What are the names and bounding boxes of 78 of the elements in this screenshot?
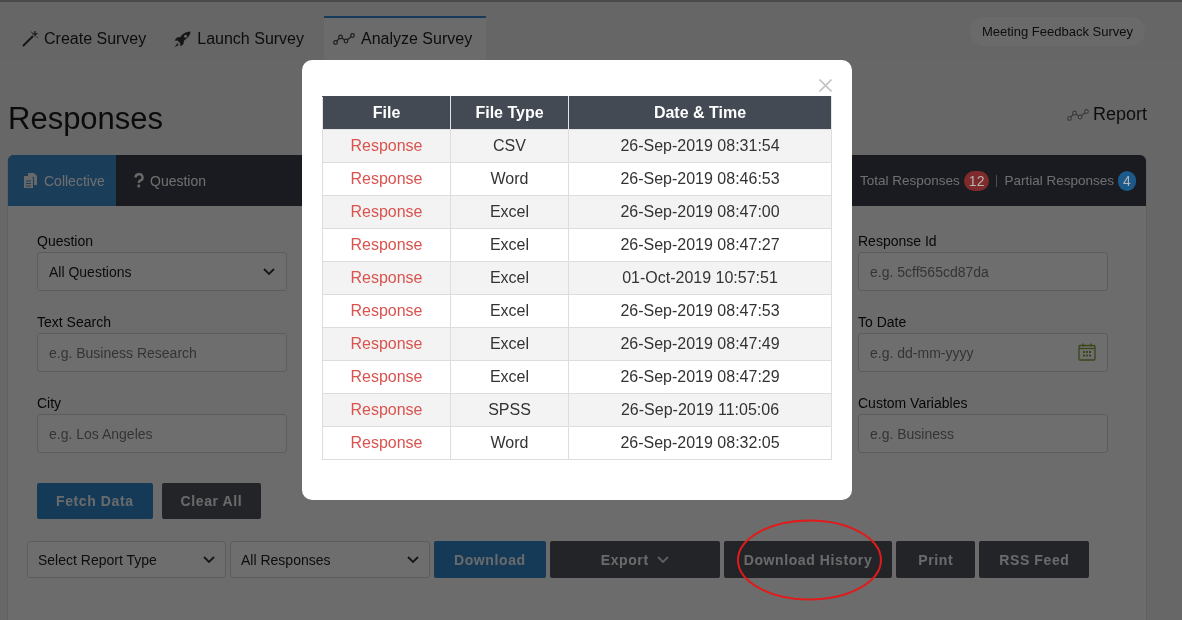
line-chart-icon (1066, 108, 1089, 121)
magic-wand-icon (22, 31, 38, 47)
table-cell: 26-Sep-2019 08:47:49 (568, 327, 832, 361)
download-button[interactable]: Download (434, 541, 546, 578)
close-icon[interactable] (819, 79, 832, 92)
all-responses-dropdown[interactable]: All Responses (230, 541, 430, 578)
table-cell: Excel (450, 360, 569, 394)
table-cell: Excel (450, 195, 569, 229)
column-header: Date & Time (568, 96, 832, 130)
table-cell: Word (450, 426, 569, 460)
documents-icon (23, 173, 38, 188)
table-cell: 26-Sep-2019 08:47:29 (568, 360, 832, 394)
nav-tab[interactable]: Launch Survey (166, 16, 312, 60)
question-dropdown[interactable]: All Questions (37, 252, 287, 291)
chevron-down-icon (203, 556, 215, 563)
response-file-link[interactable]: Response (350, 269, 423, 286)
field-label: Response Id (858, 233, 938, 249)
page-title: Responses (8, 100, 164, 137)
response-id-field[interactable]: e.g. 5cff565cd87da (858, 252, 1108, 291)
table-cell: Excel (450, 228, 569, 262)
question-mark-icon (134, 173, 144, 188)
table-cell: SPSS (450, 393, 569, 427)
response-file-link[interactable]: Response (350, 335, 423, 352)
panel-tab[interactable]: Collective (8, 155, 116, 206)
response-file-link[interactable]: Response (350, 203, 423, 220)
table-cell: Word (450, 162, 569, 196)
counter-label: Partial Responses (1004, 173, 1114, 188)
table-cell: 26-Sep-2019 08:47:00 (568, 195, 832, 229)
field-label: Custom Variables (858, 395, 969, 411)
export-dropdown-button[interactable]: Export (549, 541, 720, 578)
table-cell: 26-Sep-2019 08:46:53 (568, 162, 832, 196)
survey-name-pill: Meeting Feedback Survey (969, 16, 1145, 46)
calendar-icon (1078, 343, 1096, 361)
custom-variables-field[interactable]: e.g. Business (858, 414, 1108, 453)
field-label: City (37, 395, 63, 411)
table-cell: Excel (450, 294, 569, 328)
nav-tab[interactable]: Create Survey (14, 16, 155, 60)
table-cell: CSV (450, 129, 569, 163)
table-cell: 26-Sep-2019 08:31:54 (568, 129, 832, 163)
table-cell: 26-Sep-2019 08:47:27 (568, 228, 832, 262)
field-label: Text Search (37, 314, 112, 330)
table-cell: Excel (450, 327, 569, 361)
response-file-link[interactable]: Response (350, 368, 423, 385)
table-cell: Excel (450, 261, 569, 295)
report-link[interactable]: Report (1066, 104, 1147, 125)
rocket-icon (174, 30, 192, 48)
response-file-link[interactable]: Response (350, 434, 423, 451)
chevron-down-icon (407, 556, 419, 563)
field-label: Question (37, 233, 95, 249)
response-file-link[interactable]: Response (350, 401, 423, 418)
counter-label: Total Responses (860, 173, 960, 188)
fetch-data-button[interactable]: Fetch Data (37, 483, 153, 519)
rss-feed-button[interactable]: RSS Feed (979, 541, 1090, 578)
response-file-link[interactable]: Response (350, 137, 423, 154)
line-chart-icon (333, 33, 355, 45)
download-history-button[interactable]: Download History (723, 541, 893, 578)
response-file-link[interactable]: Response (350, 170, 423, 187)
chevron-down-icon (263, 268, 275, 275)
table-cell: 26-Sep-2019 08:47:53 (568, 294, 832, 328)
response-file-link[interactable]: Response (350, 236, 423, 253)
table-cell: 26-Sep-2019 11:05:06 (568, 393, 832, 427)
response-file-link[interactable]: Response (350, 302, 423, 319)
text-search-field[interactable]: e.g. Business Research (37, 333, 287, 372)
clear-all-button[interactable]: Clear All (161, 483, 262, 519)
nav-tab[interactable]: Analyze Survey (324, 16, 487, 60)
city-field[interactable]: e.g. Los Angeles (37, 414, 287, 453)
table-cell: 01-Oct-2019 10:57:51 (568, 261, 832, 295)
select-report-type-dropdown[interactable]: Select Report Type (27, 541, 226, 578)
field-label: To Date (858, 314, 908, 330)
to-date-field[interactable]: e.g. dd-mm-yyyy (858, 333, 1108, 372)
panel-tab[interactable]: Question (116, 155, 225, 206)
print-button[interactable]: Print (896, 541, 976, 578)
chevron-down-icon (656, 556, 669, 563)
column-header: File Type (450, 96, 569, 130)
count-badge: 4 (1118, 170, 1136, 191)
column-header: File (322, 96, 451, 130)
table-cell: 26-Sep-2019 08:32:05 (568, 426, 832, 460)
count-badge: 12 (963, 170, 990, 191)
